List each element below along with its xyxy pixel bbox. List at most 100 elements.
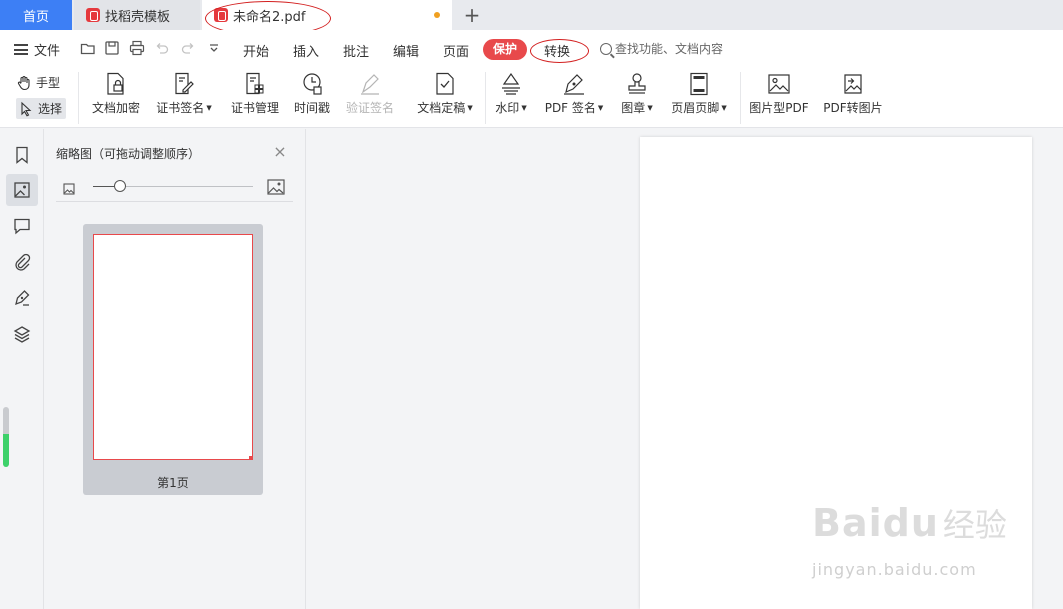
- zoom-out-thumbnail-button[interactable]: [63, 180, 75, 199]
- header-footer-button[interactable]: 页眉页脚 ▼: [668, 70, 730, 126]
- certificate-manage-label: 证书管理: [230, 101, 279, 115]
- select-tool[interactable]: 选择: [16, 98, 67, 119]
- search-placeholder: 查找功能、文档内容: [615, 42, 724, 56]
- thumbnail-icon: [14, 182, 30, 198]
- caret-down-icon: ▼: [206, 104, 212, 112]
- certificate-sign-button[interactable]: 证书签名 ▼: [154, 70, 214, 126]
- image-pdf-button[interactable]: 图片型PDF: [748, 70, 810, 126]
- menu-bar: 文件 开始 插入 批注 编辑 页面 保护 转换 查找功能、文档内容: [0, 30, 1063, 68]
- panel-title: 缩略图（可拖动调整顺序）: [56, 147, 201, 161]
- image-pdf-label: 图片型PDF: [749, 101, 809, 115]
- file-menu[interactable]: 文件: [14, 40, 60, 59]
- caret-down-icon: ▼: [597, 104, 604, 112]
- hand-tool[interactable]: 手型: [16, 74, 60, 91]
- tab-home-label: 首页: [22, 9, 49, 25]
- file-menu-label: 文件: [34, 44, 61, 59]
- caret-down-icon: ▼: [467, 104, 473, 112]
- tab-home[interactable]: 首页: [0, 0, 72, 30]
- left-side-rail: [0, 129, 44, 609]
- menu-convert[interactable]: 转换: [544, 41, 570, 60]
- document-lock-icon: [107, 72, 124, 95]
- verify-signature-button[interactable]: 验证签名: [344, 70, 396, 126]
- unsaved-indicator: [434, 12, 440, 18]
- paperclip-icon: [15, 253, 31, 271]
- finalize-document-label: 文档定稿: [417, 101, 466, 115]
- caret-down-icon: ▼: [647, 104, 653, 112]
- menu-protect[interactable]: 保护: [483, 39, 527, 60]
- signature-panel-button[interactable]: [6, 282, 38, 314]
- pdf-page[interactable]: [640, 137, 1032, 609]
- caret-down-icon: ▼: [721, 104, 727, 112]
- small-image-icon: [63, 183, 75, 195]
- stamp-label: 图章: [621, 101, 646, 115]
- menu-page[interactable]: 页面: [443, 41, 469, 60]
- redo-icon[interactable]: [180, 40, 196, 56]
- stamp-button[interactable]: 图章 ▼: [618, 70, 656, 126]
- layers-panel-button[interactable]: [6, 318, 38, 350]
- page-thumbnail[interactable]: 第1页: [83, 224, 263, 495]
- ribbon-divider: [485, 72, 486, 124]
- attachments-panel-button[interactable]: [6, 246, 38, 278]
- ribbon-divider: [78, 72, 79, 124]
- document-finalize-icon: [436, 72, 454, 95]
- certificate-manage-button[interactable]: 证书管理: [229, 70, 281, 126]
- menu-insert[interactable]: 插入: [293, 41, 319, 60]
- hand-tool-label: 手型: [36, 76, 61, 90]
- encrypt-document-button[interactable]: 文档加密: [90, 70, 142, 126]
- large-image-icon: [267, 179, 285, 195]
- menu-edit[interactable]: 编辑: [393, 41, 419, 60]
- zoom-in-thumbnail-button[interactable]: [267, 179, 285, 199]
- panel-divider: [56, 201, 293, 202]
- bookmark-panel-button[interactable]: [6, 139, 38, 171]
- tab-bar: 首页 找稻壳模板 未命名2.pdf +: [0, 0, 1063, 36]
- wps-pdf-window: 首页 找稻壳模板 未命名2.pdf + 文件 开始 插入 批注 编辑 页面 保护…: [0, 0, 1063, 609]
- finalize-document-button[interactable]: 文档定稿 ▼: [414, 70, 476, 126]
- thumbnail-page-preview: [93, 234, 253, 460]
- cursor-arrow-icon: [21, 101, 32, 117]
- tab-document-label: 未命名2.pdf: [233, 9, 306, 25]
- thumbnail-panel-button[interactable]: [6, 174, 38, 206]
- rail-scrollbar[interactable]: [3, 407, 9, 467]
- slider-thumb[interactable]: [114, 180, 127, 192]
- pdf-sign-label: PDF 签名: [544, 101, 596, 115]
- menu-comment[interactable]: 批注: [343, 41, 369, 60]
- thumbnail-panel: 缩略图（可拖动调整顺序） × 第1页: [44, 129, 306, 609]
- watermark-icon: [502, 72, 520, 95]
- header-footer-label: 页眉页脚: [671, 101, 720, 115]
- ribbon-divider: [740, 72, 741, 124]
- thumbnail-size-slider[interactable]: [93, 180, 253, 192]
- select-tool-label: 选择: [38, 102, 63, 116]
- close-icon[interactable]: ×: [273, 144, 287, 160]
- tab-document[interactable]: 未命名2.pdf: [202, 0, 452, 30]
- docer-icon: [86, 8, 100, 22]
- tab-template[interactable]: 找稻壳模板: [74, 0, 200, 30]
- quick-access-dropdown-icon[interactable]: [206, 40, 222, 56]
- verify-signature-icon: [361, 74, 379, 95]
- hamburger-icon: [14, 44, 28, 55]
- search-icon: [600, 42, 612, 55]
- comments-panel-button[interactable]: [6, 210, 38, 242]
- image-pdf-icon: [768, 74, 790, 94]
- layers-icon: [13, 326, 31, 343]
- caret-down-icon: ▼: [521, 104, 527, 112]
- open-folder-icon[interactable]: [80, 40, 96, 56]
- print-icon[interactable]: [129, 40, 145, 56]
- watermark-button[interactable]: 水印 ▼: [492, 70, 530, 126]
- new-tab-button[interactable]: +: [462, 2, 482, 28]
- pen-sign-icon: [15, 290, 30, 306]
- ribbon-toolbar: 手型 选择 文档加密 证书签名 ▼ 证书管理 时间戳 验证签名 文档定稿 ▼ 水…: [0, 68, 1063, 128]
- document-viewport[interactable]: [306, 129, 1063, 609]
- undo-icon[interactable]: [154, 40, 170, 56]
- header-footer-icon: [690, 72, 708, 96]
- timestamp-button[interactable]: 时间戳: [292, 70, 332, 126]
- pdf-to-image-button[interactable]: PDF转图片: [822, 70, 884, 126]
- stamp-icon: [628, 73, 646, 94]
- encrypt-document-label: 文档加密: [91, 101, 140, 115]
- page-number-label: 第1页: [157, 476, 189, 490]
- feature-search[interactable]: 查找功能、文档内容: [600, 40, 723, 57]
- certificate-sign-icon: [175, 72, 194, 95]
- pdf-sign-button[interactable]: PDF 签名 ▼: [542, 70, 606, 126]
- pdf-file-icon: [214, 8, 228, 22]
- menu-start[interactable]: 开始: [243, 41, 269, 60]
- save-icon[interactable]: [104, 40, 120, 56]
